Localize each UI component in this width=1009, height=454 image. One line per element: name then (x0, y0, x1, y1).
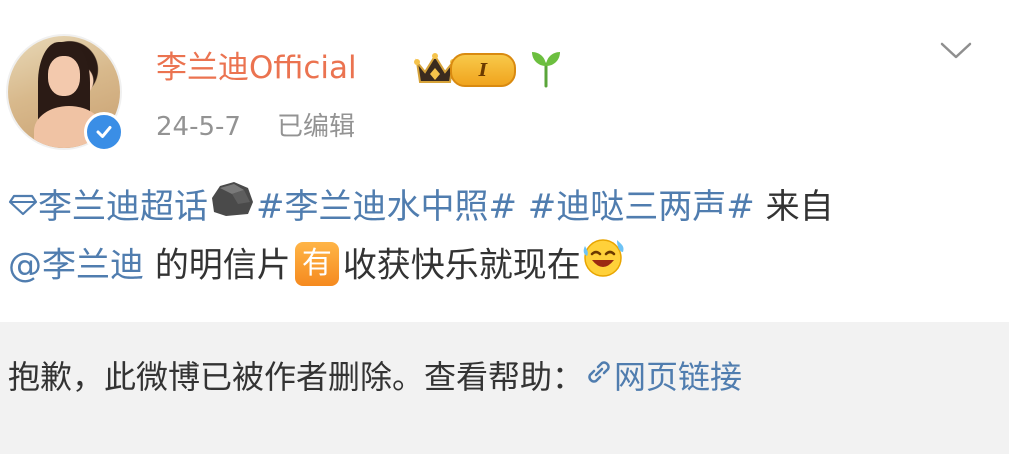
post-text: 的明信片 (154, 245, 291, 285)
author-name[interactable]: 李兰迪Official (156, 48, 357, 88)
post-date[interactable]: 24-5-7 (156, 112, 241, 142)
member-level-badge[interactable]: I (414, 50, 516, 90)
verified-badge-icon (84, 112, 124, 152)
edited-label: 已编辑 (276, 112, 355, 142)
level-label: I (450, 53, 516, 87)
help-link-label: 网页链接 (614, 358, 743, 396)
deleted-message: 抱歉，此微博已被作者删除。查看帮助： (8, 358, 585, 396)
post-meta: 24-5-7 已编辑 (156, 106, 355, 143)
post-text: 来自 (765, 187, 834, 227)
help-link[interactable]: 网页链接 (584, 358, 742, 396)
deleted-notice: 抱歉，此微博已被作者删除。查看帮助： 网页链接 (0, 322, 1009, 454)
diamond-icon (8, 179, 38, 233)
mention-link[interactable]: @李兰迪 (8, 245, 144, 285)
chevron-down-icon[interactable] (938, 40, 974, 66)
laughing-tears-emoji-icon (581, 234, 629, 294)
rock-icon (208, 178, 256, 234)
post-content: 李兰迪超话 #李兰迪水中照# #迪哒三两声# 来自 @李兰迪 的明信片有收获快乐… (8, 180, 988, 297)
link-icon (584, 357, 614, 395)
weibo-post-card: 李兰迪Official I 24-5-7 已编辑 李兰迪超话 #李兰迪水中照# … (0, 0, 1009, 454)
deleted-notice-text: 抱歉，此微博已被作者删除。查看帮助： 网页链接 (8, 352, 742, 398)
hashtag-link[interactable]: #李兰迪水中照# (256, 187, 517, 227)
super-topic-link[interactable]: 李兰迪超话 (38, 187, 208, 227)
post-text: 收获快乐就现在 (342, 245, 581, 285)
you-badge-icon: 有 (294, 241, 339, 286)
hashtag-link[interactable]: #迪哒三两声# (528, 187, 755, 227)
sprout-icon[interactable] (528, 48, 564, 92)
